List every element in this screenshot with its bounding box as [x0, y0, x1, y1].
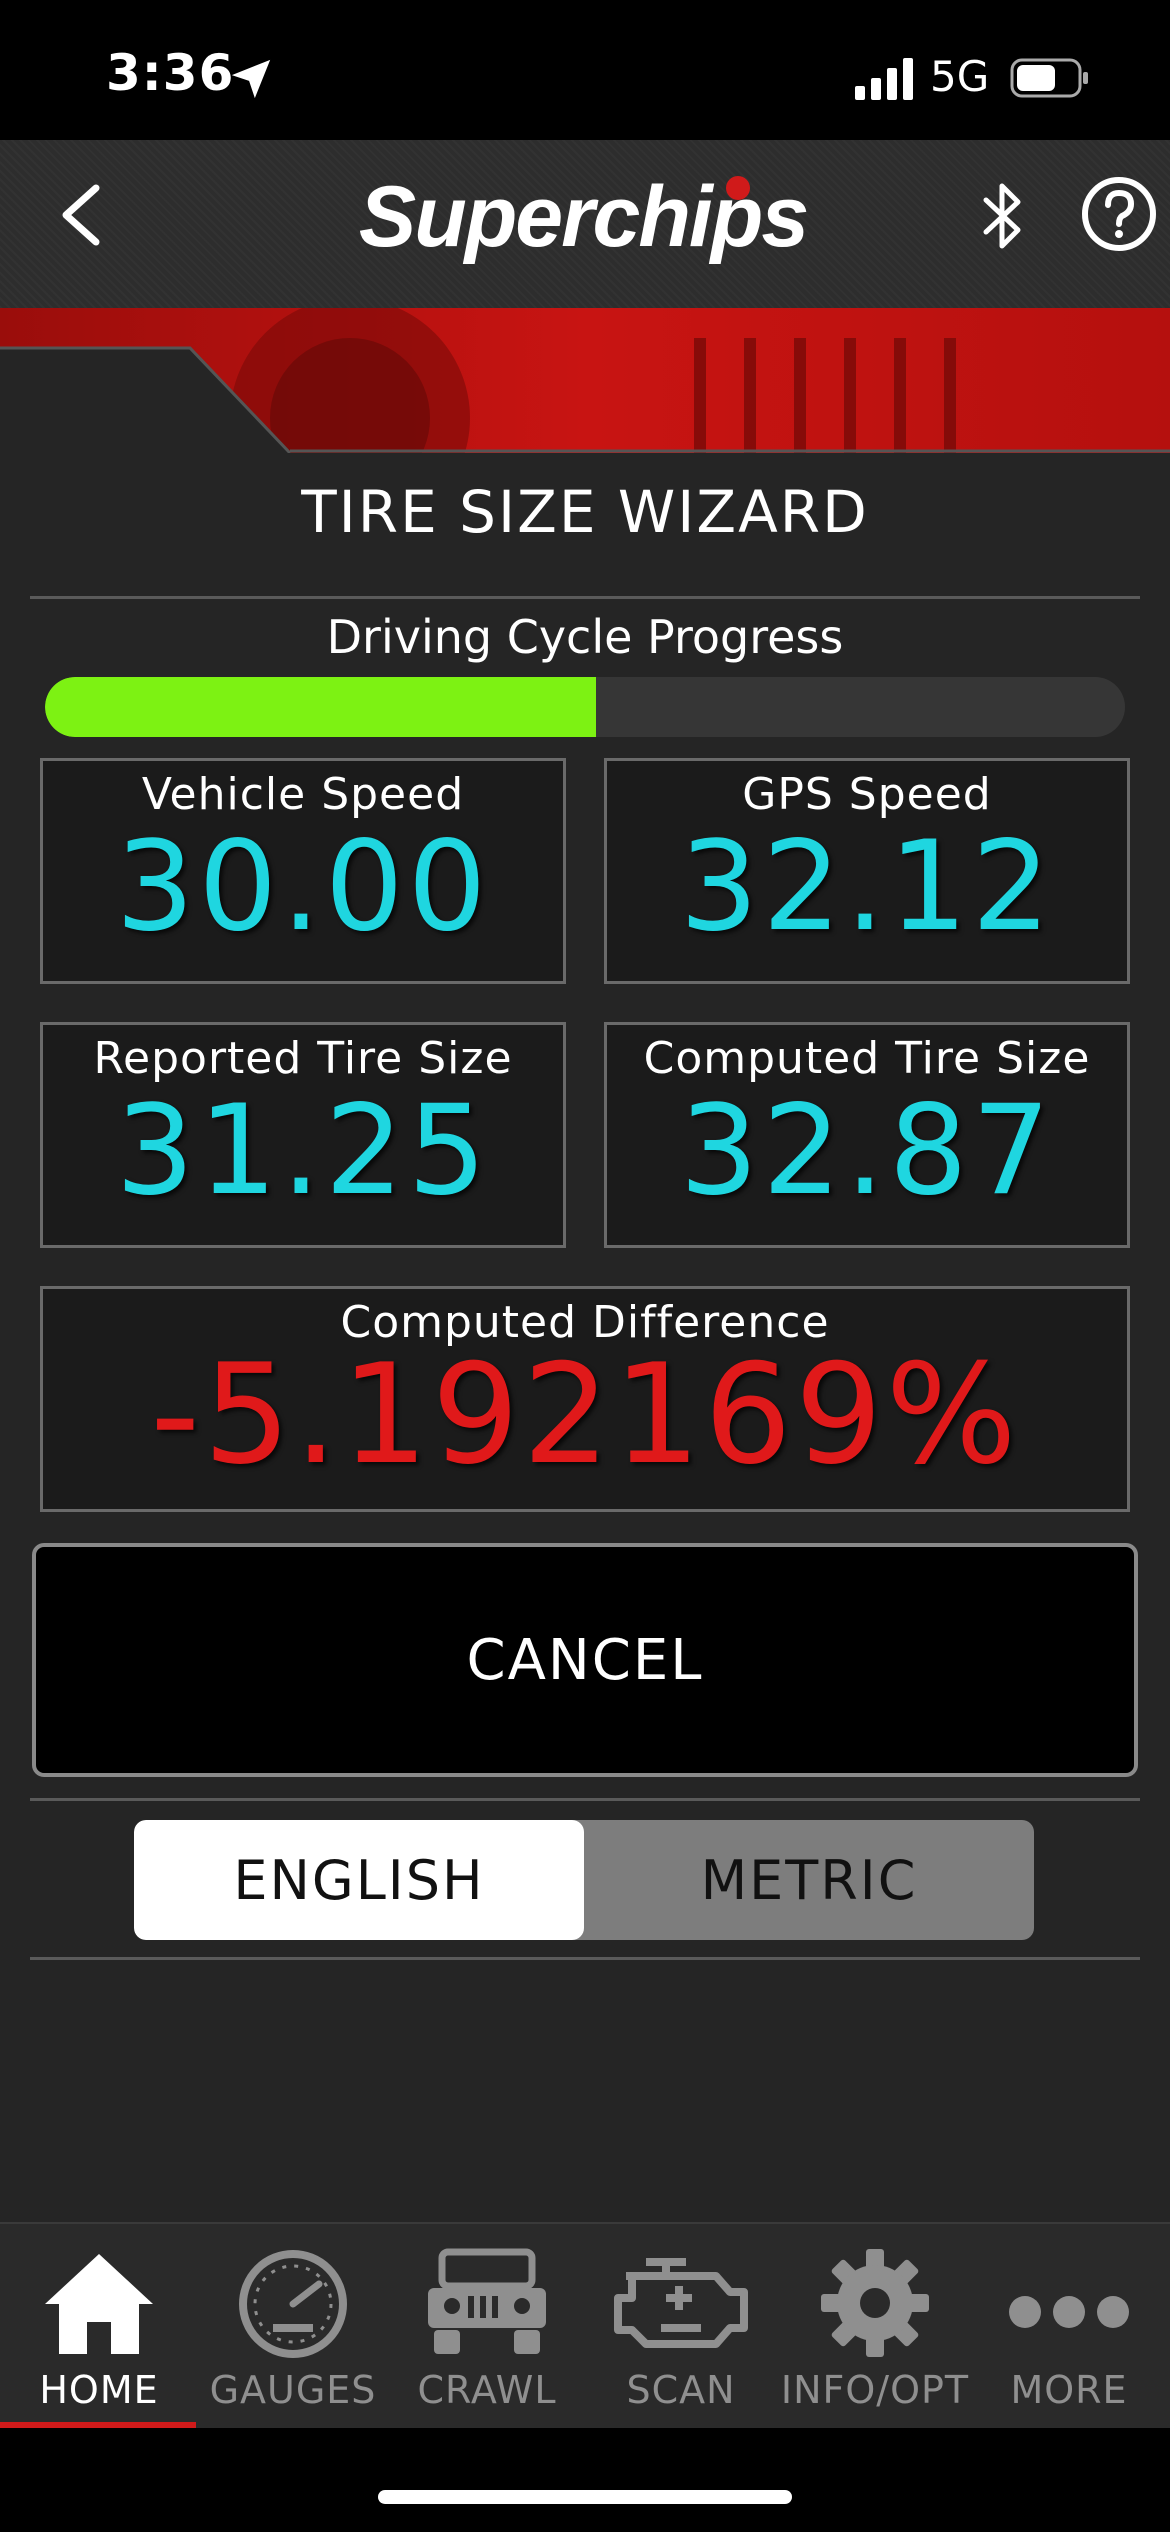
vehicle-speed-value: 30.00 [115, 815, 491, 959]
gauge-icon [239, 2250, 347, 2358]
tab-gauges-label: GAUGES [209, 2368, 377, 2412]
tab-info-opt-label: INFO/OPT [780, 2368, 970, 2412]
help-icon[interactable] [1080, 175, 1158, 253]
back-chevron-icon[interactable] [52, 180, 112, 250]
units-toggle: ENGLISH METRIC [134, 1820, 1034, 1940]
units-metric-option[interactable]: METRIC [584, 1820, 1034, 1940]
home-icon [45, 2254, 153, 2354]
computed-tire-size-tile: Computed Tire Size 32.87 [604, 1022, 1130, 1248]
units-english-option[interactable]: ENGLISH [134, 1820, 584, 1940]
tab-scan-label: SCAN [626, 2368, 736, 2412]
reported-tire-size-label: Reported Tire Size [93, 1033, 513, 1084]
gear-icon [821, 2249, 929, 2357]
gps-speed-value: 32.12 [679, 815, 1055, 959]
jeep-icon [428, 2248, 546, 2354]
signal-icon [855, 58, 913, 100]
gps-speed-tile: GPS Speed 32.12 [604, 758, 1130, 984]
tab-crawl-label: CRAWL [417, 2368, 557, 2412]
tab-crawl[interactable]: CRAWL [392, 2248, 582, 2418]
engine-icon [614, 2258, 748, 2348]
computed-tire-size-value: 32.87 [679, 1079, 1055, 1223]
location-arrow-icon [231, 59, 271, 99]
home-indicator-area [0, 2428, 1170, 2532]
tab-scan[interactable]: SCAN [586, 2248, 776, 2418]
progress-fill [45, 677, 596, 737]
page-title: TIRE SIZE WIZARD [301, 478, 869, 546]
computed-difference-value: -5.192169% [150, 1334, 1020, 1495]
vehicle-speed-label: Vehicle Speed [141, 769, 465, 820]
reported-tire-size-value: 31.25 [115, 1079, 491, 1223]
status-time: 3:36 [106, 44, 235, 102]
vehicle-speed-tile: Vehicle Speed 30.00 [40, 758, 566, 984]
divider [30, 1798, 1140, 1801]
tab-more-label: MORE [1010, 2368, 1128, 2412]
superchips-logo: Superchips [359, 169, 809, 265]
tab-home[interactable]: HOME [4, 2248, 194, 2418]
status-bar: 3:36 5G [0, 0, 1170, 140]
computed-tire-size-label: Computed Tire Size [643, 1033, 1091, 1084]
battery-icon [1010, 58, 1088, 98]
driving-cycle-progress-bar [45, 677, 1125, 737]
network-type: 5G [930, 52, 990, 101]
reported-tire-size-tile: Reported Tire Size 31.25 [40, 1022, 566, 1248]
gps-speed-label: GPS Speed [742, 769, 992, 820]
tab-home-label: HOME [39, 2368, 159, 2412]
tab-info-opt[interactable]: INFO/OPT [780, 2248, 970, 2418]
tab-more[interactable]: MORE [974, 2248, 1164, 2418]
tab-gauges[interactable]: GAUGES [198, 2248, 388, 2418]
progress-label: Driving Cycle Progress [326, 610, 844, 664]
more-icon [1009, 2296, 1129, 2328]
computed-difference-tile: Computed Difference -5.192169% [40, 1286, 1130, 1512]
bluetooth-icon[interactable] [978, 176, 1028, 256]
hero-banner [0, 308, 1170, 453]
cancel-button[interactable]: CANCEL [32, 1543, 1138, 1777]
home-indicator[interactable] [378, 2490, 792, 2504]
